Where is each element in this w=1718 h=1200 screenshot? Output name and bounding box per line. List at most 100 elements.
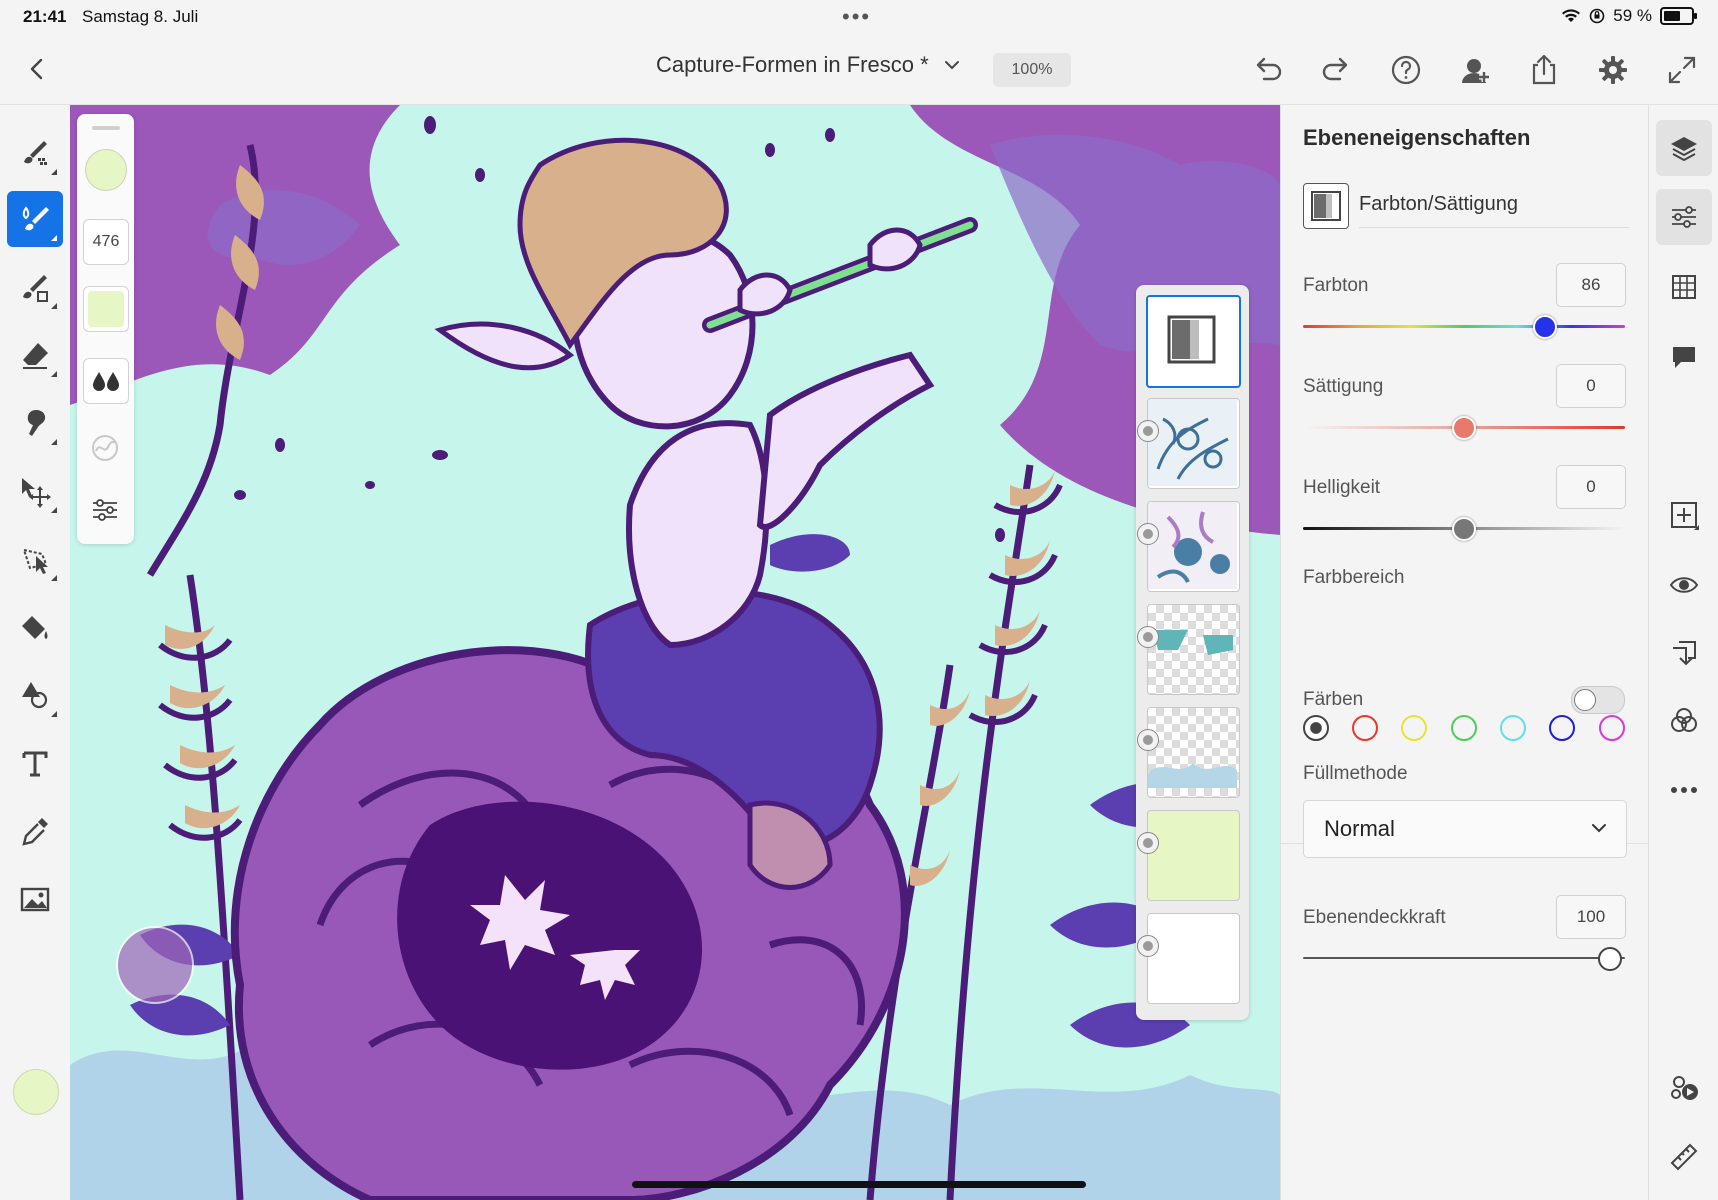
lightness-slider-handle[interactable] <box>1452 517 1476 541</box>
brush-flow-preview <box>88 291 124 327</box>
color-range-blue[interactable] <box>1549 715 1575 741</box>
eye-icon <box>1669 577 1699 593</box>
shapes-icon <box>22 682 48 709</box>
watercolor-settings-button[interactable] <box>83 358 129 404</box>
lightness-label: Helligkeit <box>1303 477 1381 498</box>
hue-slider-handle[interactable] <box>1533 315 1557 339</box>
brush-flow-swatch[interactable] <box>83 286 129 332</box>
layer-thumb-cyan-shapes[interactable] <box>1147 604 1240 695</box>
hue-saturation-icon <box>1303 183 1349 229</box>
settings-gear-icon[interactable] <box>1595 52 1631 88</box>
layer-thumb-blue-pattern[interactable] <box>1147 398 1240 489</box>
merge-down-icon <box>1673 641 1696 666</box>
grid-button[interactable] <box>1656 259 1712 315</box>
battery-icon <box>1660 7 1697 25</box>
place-image-tool[interactable] <box>7 871 63 927</box>
colorize-toggle[interactable] <box>1571 686 1625 714</box>
layers-icon <box>1671 137 1697 162</box>
panel-drag-handle[interactable] <box>92 126 120 130</box>
eyedropper-tool[interactable] <box>7 803 63 859</box>
eraser-tool[interactable] <box>7 327 63 383</box>
color-range-yellow[interactable] <box>1401 715 1427 741</box>
layer-thumb-light-plants[interactable] <box>1147 707 1240 798</box>
chevron-down-icon[interactable] <box>943 56 961 74</box>
vector-brush-tool[interactable] <box>7 259 63 315</box>
merge-down-button[interactable] <box>1656 625 1712 681</box>
layer-mask-indicator <box>1137 626 1159 648</box>
pixel-brush-icon <box>24 141 47 165</box>
layer-thumbnail-image <box>1153 630 1233 655</box>
move-icon <box>22 478 51 508</box>
color-range-cyan[interactable] <box>1500 715 1526 741</box>
lasso-icon <box>22 548 48 574</box>
share-icon[interactable] <box>1526 52 1562 88</box>
add-layer-button[interactable] <box>1656 487 1712 543</box>
color-range-red[interactable] <box>1352 715 1378 741</box>
undo-icon[interactable] <box>1250 52 1286 88</box>
saturation-label: Sättigung <box>1303 376 1384 397</box>
live-brush-tool[interactable] <box>7 191 63 247</box>
brush-size-value: 476 <box>92 233 120 250</box>
brush-settings-button[interactable] <box>83 488 127 532</box>
layers-thumbnail-panel <box>1136 285 1249 1020</box>
layer-thumbnail-image <box>1148 763 1237 788</box>
color-range-label: Farbbereich <box>1303 567 1405 588</box>
more-actions-button[interactable] <box>1656 762 1712 818</box>
blend-mode-label: Füllmethode <box>1303 763 1408 784</box>
foreground-color-swatch[interactable] <box>13 1069 59 1115</box>
blend-mode-select[interactable]: Normal <box>1303 800 1627 858</box>
help-icon[interactable] <box>1388 52 1424 88</box>
layer-opacity-slider-track[interactable] <box>1303 957 1625 959</box>
fill-tool[interactable] <box>7 599 63 655</box>
background-layer-indicator <box>1137 935 1159 957</box>
invite-icon[interactable] <box>1458 52 1494 88</box>
saturation-slider-handle[interactable] <box>1452 416 1476 440</box>
color-range-all[interactable] <box>1303 715 1329 741</box>
lightness-value-field[interactable]: 0 <box>1556 465 1626 509</box>
comments-button[interactable] <box>1656 329 1712 385</box>
hue-value-field[interactable]: 86 <box>1556 263 1626 307</box>
add-layer-icon <box>1671 502 1699 530</box>
brush-size-field[interactable]: 476 <box>83 219 129 265</box>
hue-slider-track[interactable] <box>1303 325 1625 328</box>
pixel-brush-tool[interactable] <box>7 125 63 181</box>
shapes-tool[interactable] <box>7 667 63 723</box>
adjustment-divider <box>1359 227 1629 228</box>
blend-mode-button[interactable] <box>1656 693 1712 749</box>
status-time: 21:41 <box>23 7 67 26</box>
document-title[interactable]: Capture-Formen in Fresco * <box>656 52 929 78</box>
type-tool[interactable] <box>7 735 63 791</box>
battery-percent: 59 % <box>1613 6 1652 25</box>
multitasking-dots-icon[interactable]: ••• <box>842 4 871 30</box>
redo-icon[interactable] <box>1318 52 1354 88</box>
color-range-magenta[interactable] <box>1599 715 1625 741</box>
visibility-button[interactable] <box>1656 557 1712 613</box>
brush-color-swatch[interactable] <box>85 149 127 191</box>
layer-thumb-fill-color[interactable] <box>1147 810 1240 901</box>
smoothing-button[interactable] <box>83 426 127 470</box>
layer-opacity-value-field[interactable]: 100 <box>1556 895 1626 939</box>
timelapse-button[interactable] <box>1656 1060 1712 1116</box>
layer-properties-button[interactable] <box>1656 189 1712 245</box>
back-icon[interactable] <box>22 52 52 86</box>
color-range-green[interactable] <box>1451 715 1477 741</box>
layer-thumb-background[interactable] <box>1147 913 1240 1004</box>
lasso-tool[interactable] <box>7 531 63 587</box>
fullscreen-icon[interactable] <box>1664 52 1700 88</box>
layer-thumb-hue-saturation[interactable] <box>1146 295 1241 388</box>
adjustment-name: Farbton/Sättigung <box>1359 193 1518 215</box>
home-indicator[interactable] <box>632 1181 1086 1188</box>
ruler-button[interactable] <box>1656 1129 1712 1185</box>
zoom-level[interactable]: 100% <box>993 53 1071 87</box>
sliders-icon <box>1672 206 1696 228</box>
saturation-value-field[interactable]: 0 <box>1556 364 1626 408</box>
canvas[interactable] <box>70 105 1280 1200</box>
layer-thumb-floral[interactable] <box>1147 501 1240 592</box>
vector-brush-icon <box>23 275 48 302</box>
smudge-tool[interactable] <box>7 395 63 451</box>
layers-button[interactable] <box>1656 120 1712 176</box>
move-transform-tool[interactable] <box>7 463 63 519</box>
chevron-down-icon <box>1592 824 1606 833</box>
layer-opacity-slider-handle[interactable] <box>1598 947 1622 971</box>
document-title-group[interactable]: Capture-Formen in Fresco * <box>656 52 961 78</box>
